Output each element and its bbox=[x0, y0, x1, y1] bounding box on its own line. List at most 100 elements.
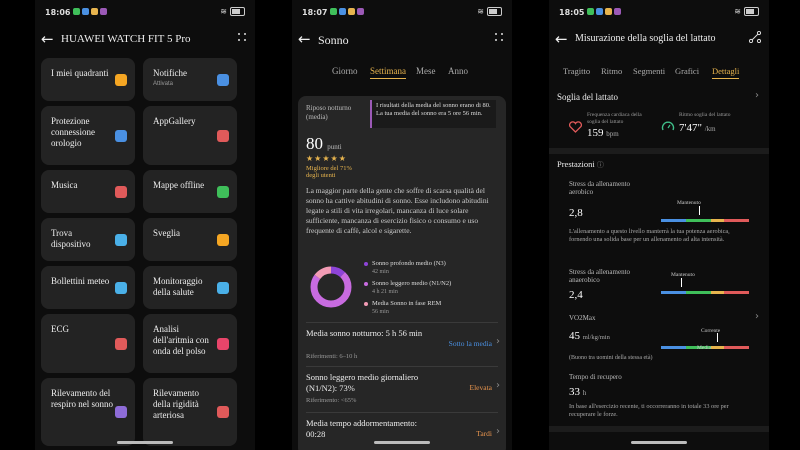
more-icon[interactable] bbox=[494, 32, 504, 42]
settings-card-label: Sveglia bbox=[153, 228, 180, 238]
scale-marker bbox=[699, 206, 700, 215]
aerobic-value: 2,8 bbox=[569, 207, 583, 219]
anaerobic-label: Stress da allenamento anaerobico bbox=[569, 268, 631, 284]
back-button[interactable]: ← bbox=[41, 30, 54, 48]
scale-segment bbox=[698, 219, 712, 222]
settings-card[interactable]: Sveglia bbox=[143, 218, 237, 261]
aerobic-scale bbox=[661, 206, 749, 222]
gesture-bar[interactable] bbox=[374, 441, 430, 444]
status-right: ≋ bbox=[734, 7, 759, 16]
metric-title: Media sonno notturno: 5 h 56 min bbox=[306, 328, 423, 338]
rest-label: Riposo notturno (media) bbox=[306, 104, 352, 121]
scale-segment bbox=[686, 291, 699, 294]
score-number: 80 bbox=[306, 134, 323, 153]
better-than: Migliore del 71% degli utenti bbox=[306, 165, 352, 179]
aerobic-label: Stress da allenamento aerobico bbox=[569, 180, 631, 196]
back-button[interactable]: ← bbox=[298, 30, 311, 48]
scale-segment bbox=[711, 291, 724, 294]
speedometer-icon bbox=[661, 121, 675, 131]
scale-marker bbox=[717, 333, 718, 342]
tab-tragitto[interactable]: Tragitto bbox=[563, 66, 590, 76]
divider bbox=[306, 366, 498, 367]
scale-segment bbox=[736, 219, 749, 222]
tab-giorno[interactable]: Giorno bbox=[332, 66, 358, 76]
performance-title-text: Prestazioni bbox=[557, 159, 595, 169]
scale-segment bbox=[736, 346, 749, 349]
alarm-icon bbox=[217, 233, 229, 246]
lactate-threshold-screen: 18:05 ≋ ← Misurazione della soglia del l… bbox=[549, 0, 769, 450]
tab-anno[interactable]: Anno bbox=[448, 66, 468, 76]
performance-title: Prestazioni ⓘ bbox=[557, 159, 761, 170]
recovery-unit: h bbox=[582, 389, 587, 397]
settings-card[interactable]: Analisi dell'aritmia con onda del polso bbox=[143, 314, 237, 373]
settings-card[interactable]: Notifiche Attivata bbox=[143, 58, 237, 101]
settings-card-label: Rilevamento del respiro nel sonno bbox=[51, 388, 113, 409]
legend-item: Sonno leggero medio (N1/N2) 4 h 21 min bbox=[364, 280, 500, 300]
vo2-unit: ml/kg/min bbox=[582, 334, 610, 341]
tab-segmenti[interactable]: Segmenti bbox=[633, 66, 665, 76]
more-icon[interactable] bbox=[237, 32, 247, 42]
hr-value: 159 bpm bbox=[587, 127, 619, 139]
settings-card[interactable]: Bollettini meteo bbox=[41, 266, 135, 309]
find-device-icon bbox=[115, 233, 127, 246]
info-icon[interactable]: ⓘ bbox=[597, 161, 604, 169]
settings-card[interactable]: ECG bbox=[41, 314, 135, 373]
tab-mese[interactable]: Mese bbox=[416, 66, 436, 76]
settings-card-label: Notifiche bbox=[153, 68, 187, 78]
anaerobic-marker: Mantenuto bbox=[671, 272, 695, 278]
recovery-label: Tempo di recupero bbox=[569, 373, 622, 381]
chevron-right-icon: › bbox=[496, 380, 500, 391]
tab-dettagli[interactable]: Dettagli bbox=[712, 66, 740, 79]
scale-segment bbox=[673, 346, 687, 349]
aerobic-description: L'allenamento a questo livello manterrà … bbox=[569, 228, 730, 243]
legend-dot bbox=[364, 282, 368, 286]
wifi-icon: ≋ bbox=[477, 7, 484, 16]
scale-segment bbox=[723, 219, 737, 222]
divider bbox=[306, 322, 498, 323]
tab-settimana[interactable]: Settimana bbox=[370, 66, 406, 79]
chevron-right-icon[interactable]: › bbox=[755, 90, 759, 101]
settings-card[interactable]: I miei quadranti bbox=[41, 58, 135, 101]
settings-card[interactable]: AppGallery bbox=[143, 106, 237, 165]
settings-card-label: Trova dispositivo bbox=[51, 228, 91, 249]
sleep-legend: Sonno profondo medio (N3) 42 min Sonno leg… bbox=[364, 260, 500, 320]
scale-segment bbox=[673, 219, 687, 222]
tab-grafici[interactable]: Grafici bbox=[675, 66, 699, 76]
settings-card[interactable]: Protezione connessione orologio bbox=[41, 106, 135, 165]
chevron-right-icon[interactable]: › bbox=[755, 311, 759, 322]
map-icon bbox=[217, 185, 229, 198]
page-title: Sonno bbox=[318, 33, 349, 47]
gesture-bar[interactable] bbox=[117, 441, 173, 444]
watch-settings-screen: 18:06 ≋ ← HUAWEI WATCH FIT 5 Pro I miei … bbox=[35, 0, 255, 450]
sleep-screen: 18:07 ≋ ← Sonno Giorno Settimana Mese An… bbox=[292, 0, 512, 450]
legend-value: 56 min bbox=[372, 309, 389, 315]
scale-segment bbox=[661, 291, 674, 294]
share-icon[interactable] bbox=[749, 31, 761, 43]
scale-segment bbox=[686, 219, 699, 222]
status-bar: 18:07 ≋ bbox=[292, 0, 512, 24]
settings-card[interactable]: Monitoraggio della salute bbox=[143, 266, 237, 309]
scale-segment bbox=[723, 291, 737, 294]
settings-card[interactable]: Musica bbox=[41, 170, 135, 213]
pace-unit: /km bbox=[704, 125, 716, 133]
scale-segment bbox=[673, 291, 687, 294]
pace-number: 7'47" bbox=[679, 122, 702, 134]
settings-card[interactable]: Mappe offline bbox=[143, 170, 237, 213]
scale-segment bbox=[661, 346, 674, 349]
legend-value: 42 min bbox=[372, 269, 389, 275]
notification-icons bbox=[330, 8, 364, 15]
hr-label: Frequenza cardiaca della soglia del latt… bbox=[587, 112, 642, 125]
gesture-bar[interactable] bbox=[631, 441, 687, 444]
back-button[interactable]: ← bbox=[555, 30, 568, 48]
notification-icons bbox=[73, 8, 107, 15]
metric-status: Sotto la media bbox=[448, 339, 492, 348]
settings-card[interactable]: Trova dispositivo bbox=[41, 218, 135, 261]
settings-card[interactable]: Rilevamento del respiro nel sonno bbox=[41, 378, 135, 446]
tab-ritmo[interactable]: Ritmo bbox=[601, 66, 622, 76]
metric-title: Media tempo addormentamento: 00:28 bbox=[306, 418, 417, 439]
music-icon bbox=[115, 185, 127, 198]
health-monitor-icon bbox=[217, 281, 229, 294]
sleep-tooltip: I risultati della media del sonno erano … bbox=[370, 100, 496, 128]
legend-dot bbox=[364, 302, 368, 306]
settings-card[interactable]: Rilevamento della rigidità arteriosa bbox=[143, 378, 237, 446]
